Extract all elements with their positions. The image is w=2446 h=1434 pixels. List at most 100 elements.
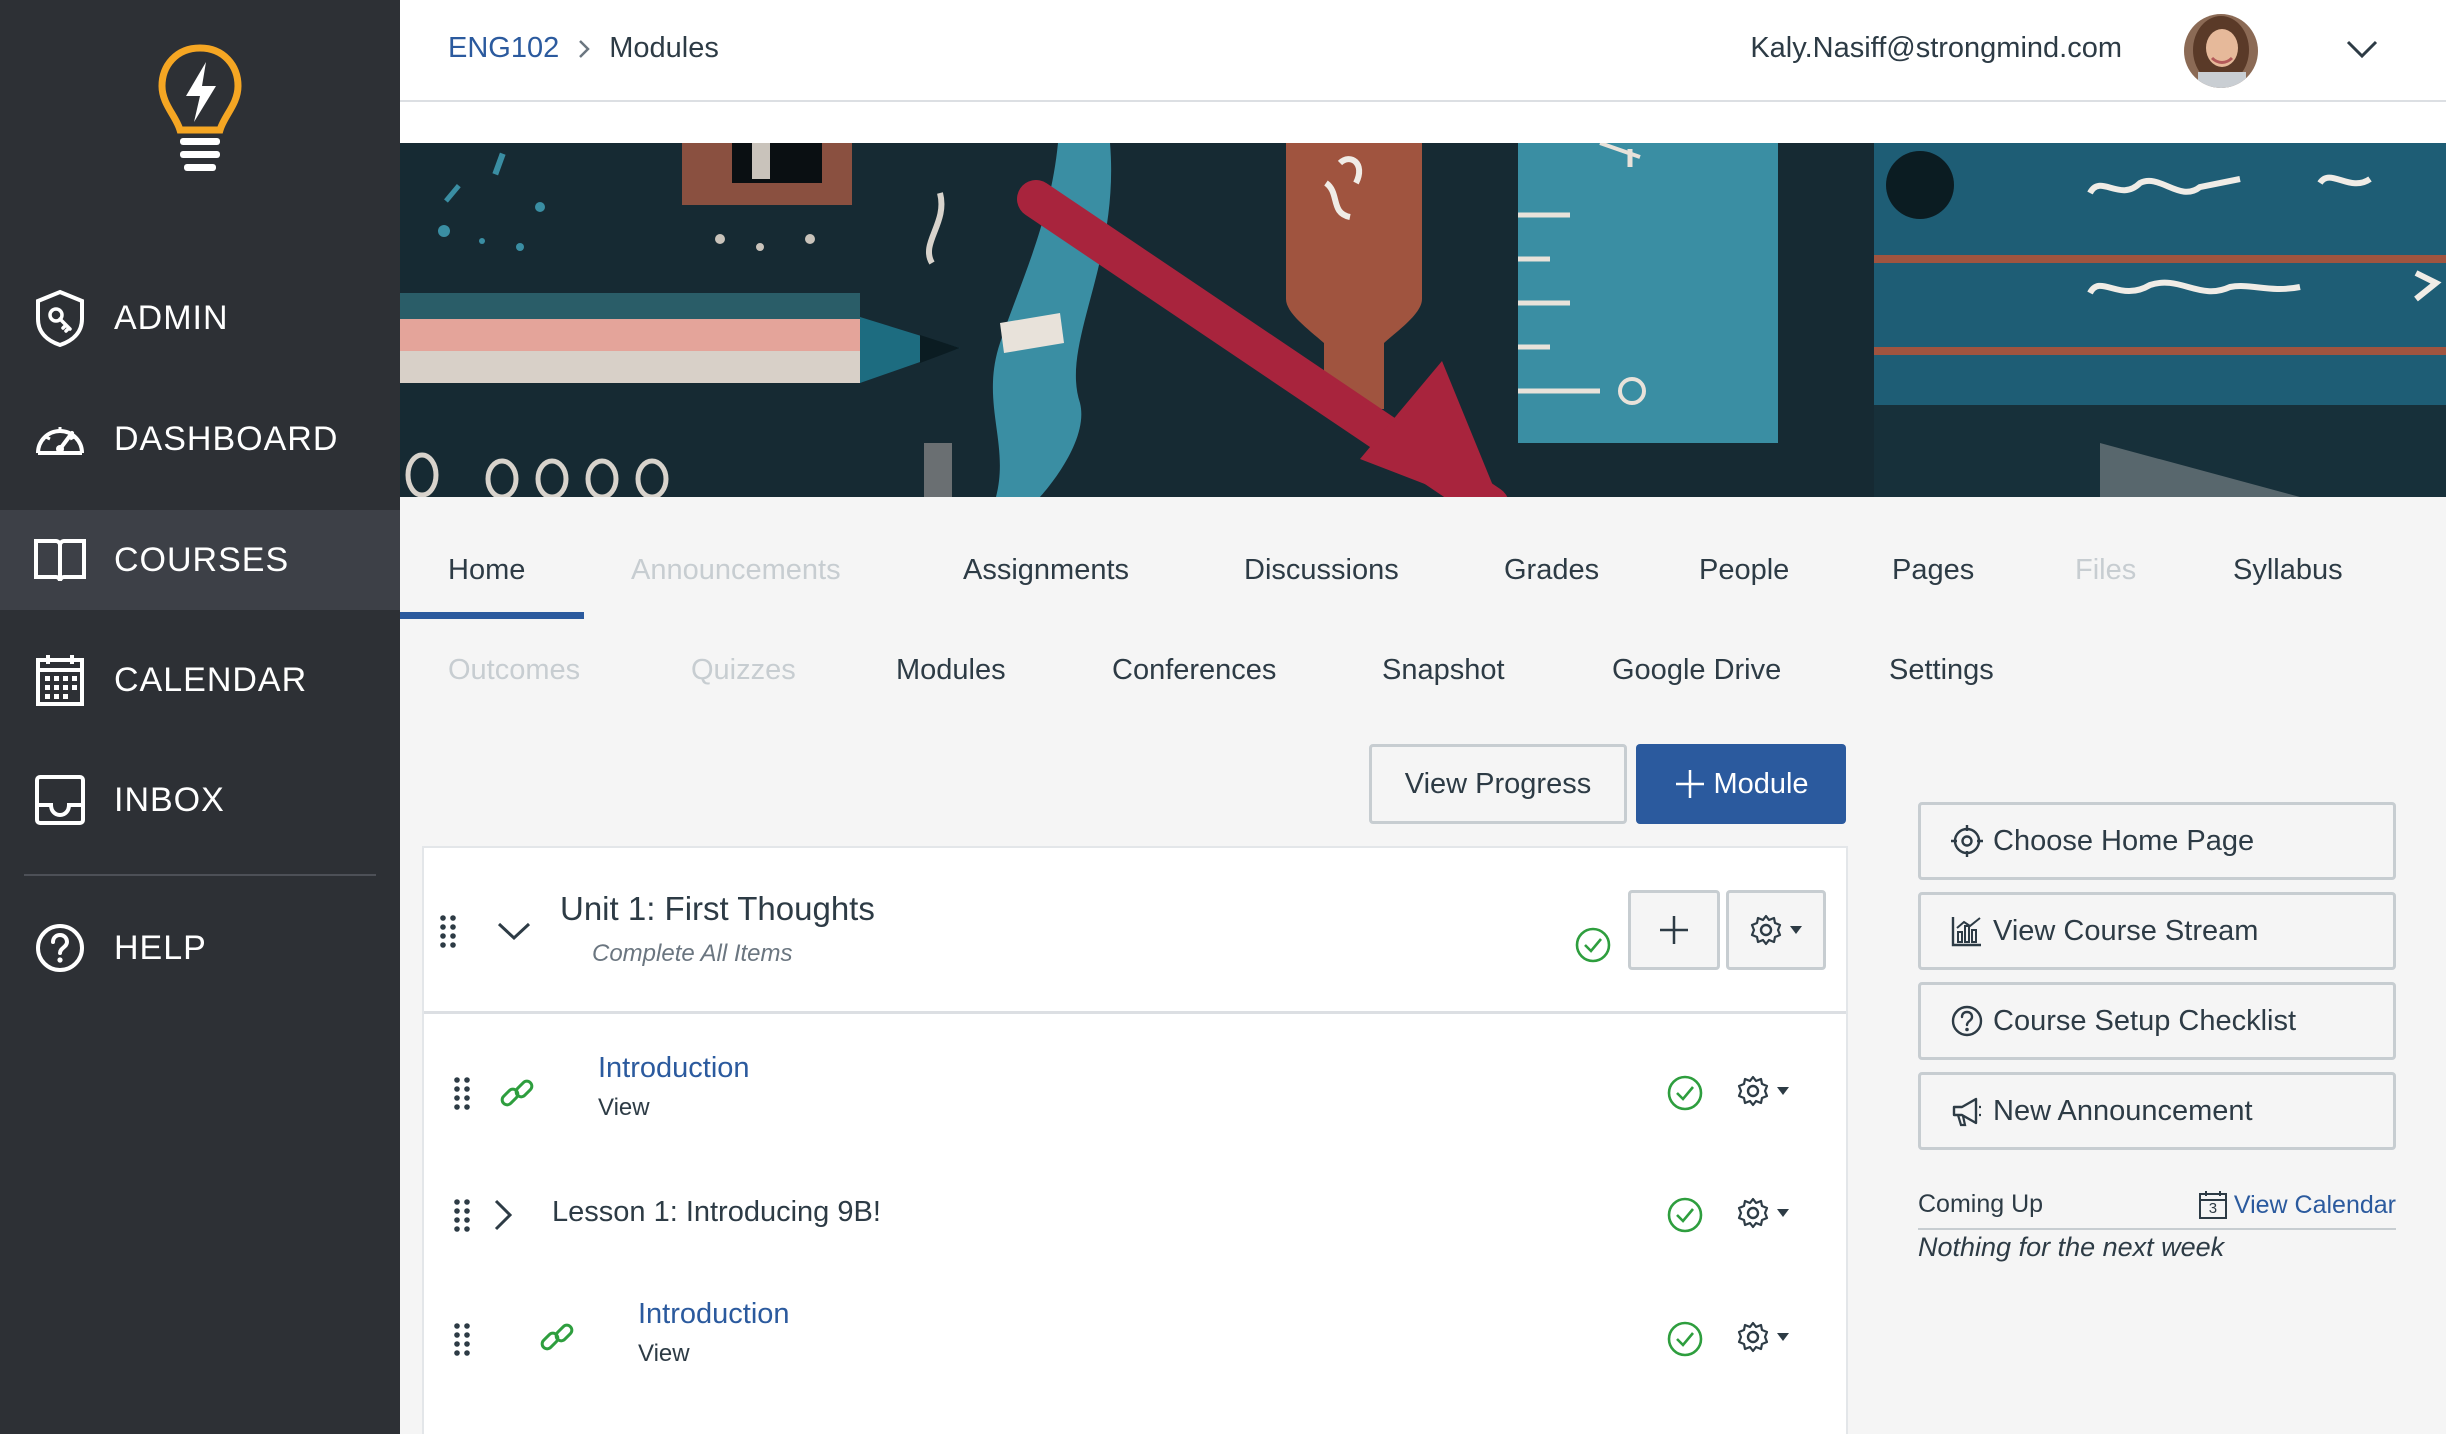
tab-grades[interactable]: Grades (1504, 554, 1599, 587)
page-header: ENG102 Modules Kaly.Nasiff@strongmind.co… (400, 0, 2446, 102)
side-button-label: New Announcement (1993, 1094, 2253, 1127)
nav-label: HELP (114, 928, 207, 967)
item-settings-button[interactable] (1736, 1196, 1790, 1230)
caret-down-icon (1777, 1333, 1789, 1341)
target-icon (1947, 821, 1987, 861)
active-tab-indicator (400, 612, 584, 619)
check-circle-icon (1666, 1320, 1704, 1358)
add-item-button[interactable] (1628, 890, 1720, 970)
tab-settings[interactable]: Settings (1889, 654, 1994, 687)
megaphone-icon (1947, 1091, 1987, 1131)
breadcrumb: ENG102 Modules (448, 32, 719, 65)
tab-home[interactable]: Home (448, 554, 525, 587)
drag-handle-icon[interactable] (452, 1198, 472, 1234)
chevron-right-icon (577, 38, 591, 60)
lightbulb-logo-icon[interactable] (158, 44, 242, 176)
bar-chart-icon (1947, 911, 1987, 951)
item-requirement: View (638, 1340, 690, 1367)
nav-item-help[interactable]: HELP (0, 898, 400, 998)
global-nav-sidebar: ADMIN DASHBOARD COURSES CALENDAR INBOX H… (0, 0, 400, 1434)
check-circle-icon (1666, 1074, 1704, 1112)
calendar-day: 3 (2208, 1200, 2218, 1217)
view-calendar-link[interactable]: 3 View Calendar (2198, 1190, 2396, 1220)
coming-up-header: Coming Up 3 View Calendar (1918, 1186, 2396, 1230)
tab-snapshot[interactable]: Snapshot (1382, 654, 1505, 687)
item-requirement: View (598, 1094, 650, 1121)
check-circle-icon (1666, 1196, 1704, 1234)
drag-handle-icon[interactable] (438, 914, 458, 950)
nav-label: CALENDAR (114, 660, 308, 699)
new-announcement-button[interactable]: New Announcement (1918, 1072, 2396, 1150)
view-progress-button[interactable]: View Progress (1369, 744, 1627, 824)
link-icon (498, 1074, 536, 1117)
nav-item-dashboard[interactable]: DASHBOARD (0, 389, 400, 489)
tab-discussions[interactable]: Discussions (1244, 554, 1399, 587)
calendar-icon: 3 (2198, 1190, 2228, 1220)
module-requirement: Complete All Items (592, 940, 793, 967)
question-circle-icon (1947, 1001, 1987, 1041)
course-nav-row-1: Home Announcements Assignments Discussio… (400, 554, 2446, 614)
chevron-right-icon[interactable] (492, 1198, 514, 1237)
side-button-label: Choose Home Page (1993, 824, 2255, 857)
module-settings-button[interactable] (1726, 890, 1826, 970)
breadcrumb-current: Modules (609, 32, 719, 64)
course-banner-image (400, 143, 2446, 497)
chevron-down-icon[interactable] (2342, 34, 2382, 66)
coming-up-empty-message: Nothing for the next week (1918, 1232, 2225, 1262)
help-circle-icon (30, 918, 90, 978)
calendar-icon (30, 650, 90, 710)
nav-item-inbox[interactable]: INBOX (0, 750, 400, 850)
link-icon (538, 1318, 576, 1361)
coming-up-label: Coming Up (1918, 1190, 2044, 1218)
nav-item-admin[interactable]: ADMIN (0, 268, 400, 368)
chevron-down-icon[interactable] (496, 920, 532, 947)
tab-assignments[interactable]: Assignments (963, 554, 1129, 587)
drag-handle-icon[interactable] (452, 1076, 472, 1112)
gear-icon (1737, 1321, 1769, 1353)
tab-files[interactable]: Files (2075, 554, 2136, 587)
nav-item-calendar[interactable]: CALENDAR (0, 630, 400, 730)
caret-down-icon (1777, 1209, 1789, 1217)
add-module-button[interactable]: Module (1636, 744, 1846, 824)
user-email[interactable]: Kaly.Nasiff@strongmind.com (1750, 32, 2122, 65)
item-settings-button[interactable] (1736, 1074, 1790, 1108)
tab-people[interactable]: People (1699, 554, 1789, 587)
caret-down-icon (1790, 926, 1802, 934)
check-circle-icon (1574, 926, 1612, 964)
tab-google-drive[interactable]: Google Drive (1612, 654, 1781, 687)
item-settings-button[interactable] (1736, 1320, 1790, 1354)
tab-pages[interactable]: Pages (1892, 554, 1974, 587)
tab-outcomes[interactable]: Outcomes (448, 654, 580, 687)
tab-modules[interactable]: Modules (896, 654, 1006, 687)
avatar[interactable] (2184, 14, 2258, 88)
course-nav-row-2: Outcomes Quizzes Modules Conferences Sna… (400, 654, 2446, 714)
caret-down-icon (1777, 1087, 1789, 1095)
course-setup-checklist-button[interactable]: Course Setup Checklist (1918, 982, 2396, 1060)
nav-label: DASHBOARD (114, 419, 339, 458)
inbox-icon (30, 770, 90, 830)
gear-icon (1750, 914, 1782, 946)
view-course-stream-button[interactable]: View Course Stream (1918, 892, 2396, 970)
tab-syllabus[interactable]: Syllabus (2233, 554, 2343, 587)
book-icon (30, 530, 90, 590)
side-button-label: Course Setup Checklist (1993, 1004, 2297, 1037)
nav-label: COURSES (114, 540, 290, 579)
drag-handle-icon[interactable] (452, 1322, 472, 1358)
nav-divider (24, 874, 376, 876)
item-title-link[interactable]: Introduction (638, 1298, 790, 1331)
tab-quizzes[interactable]: Quizzes (691, 654, 796, 687)
breadcrumb-course-link[interactable]: ENG102 (448, 32, 559, 65)
tab-announcements[interactable]: Announcements (631, 554, 841, 587)
plus-icon (1673, 767, 1707, 801)
module-header[interactable]: Unit 1: First Thoughts Complete All Item… (424, 848, 1846, 1014)
item-title-link[interactable]: Introduction (598, 1052, 750, 1085)
side-button-label: View Course Stream (1993, 914, 2259, 947)
module-title: Unit 1: First Thoughts (560, 890, 875, 927)
nav-item-courses[interactable]: COURSES (0, 510, 400, 610)
gear-icon (1737, 1197, 1769, 1229)
choose-home-page-button[interactable]: Choose Home Page (1918, 802, 2396, 880)
tab-conferences[interactable]: Conferences (1112, 654, 1276, 687)
gear-icon (1737, 1075, 1769, 1107)
lesson-title[interactable]: Lesson 1: Introducing 9B! (552, 1196, 881, 1229)
add-module-label: Module (1713, 767, 1809, 800)
